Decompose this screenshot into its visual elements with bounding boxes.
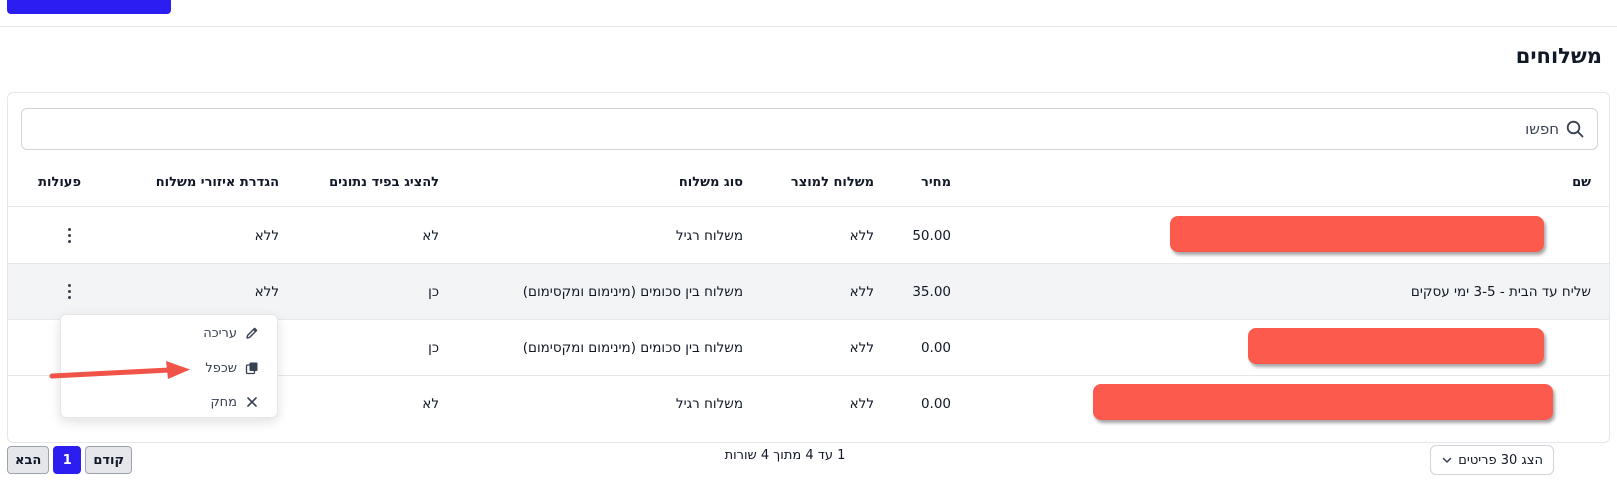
row-region-settings: ללא xyxy=(254,283,279,300)
row-shipping-type: משלוח רגיל xyxy=(675,227,743,244)
search-icon xyxy=(1566,120,1584,138)
row-show-in-feed: לא xyxy=(422,396,439,412)
redacted-name xyxy=(1248,328,1544,364)
row-product-shipping: ללא xyxy=(849,227,874,244)
search-box[interactable] xyxy=(21,108,1598,150)
menu-item-edit-label: עריכה xyxy=(203,325,237,341)
header-show-in-feed[interactable]: להציג בפיד נתונים xyxy=(329,159,439,206)
header-divider xyxy=(0,26,1617,27)
row-price: 0.00 xyxy=(920,339,951,356)
header-shipping-type[interactable]: סוג משלוח xyxy=(679,159,743,206)
row-shipping-type: משלוח בין סכומים (מינימום ומקסימום) xyxy=(522,283,743,300)
row-count-summary: 1 עד 4 מתוך 4 שורות xyxy=(724,448,846,463)
top-action-button[interactable] xyxy=(7,0,171,14)
row-price: 0.00 xyxy=(920,396,951,412)
current-page-button[interactable]: 1 xyxy=(53,446,82,474)
header-price[interactable]: מחיר xyxy=(921,159,951,206)
row-show-in-feed: כן xyxy=(428,283,439,300)
annotation-arrow-icon xyxy=(49,361,190,379)
row-name[interactable]: שליח עד הבית - 3-5 ימי עסקים xyxy=(1411,264,1591,319)
row-product-shipping: ללא xyxy=(849,283,874,300)
next-page-button[interactable]: הבא xyxy=(7,446,50,474)
row-price: 50.00 xyxy=(912,227,951,244)
close-icon xyxy=(247,397,257,407)
search-input[interactable] xyxy=(1159,120,1559,138)
row-shipping-type: משלוח בין סכומים (מינימום ומקסימום) xyxy=(522,339,743,356)
table-row: שליח עד הבית - 3-5 ימי עסקים 35.00 ללא מ… xyxy=(8,264,1609,320)
header-actions: פעולות xyxy=(38,175,81,190)
chevron-down-icon xyxy=(1442,457,1452,463)
header-product-shipping[interactable]: משלוח למוצר xyxy=(791,159,874,206)
redacted-name xyxy=(1093,384,1553,420)
pencil-icon xyxy=(246,327,258,339)
redacted-name xyxy=(1170,216,1544,252)
menu-item-edit[interactable]: עריכה xyxy=(203,321,259,345)
page-size-select[interactable]: הצג 30 פריטים xyxy=(1430,445,1554,475)
page-title: משלוחים xyxy=(1515,44,1602,68)
header-region-settings[interactable]: הגדרת איזורי משלוח xyxy=(156,159,279,206)
copy-icon xyxy=(245,362,258,375)
menu-item-delete-label: מחק xyxy=(210,394,237,410)
row-show-in-feed: כן xyxy=(428,339,439,356)
menu-item-duplicate-label: שכפל xyxy=(205,360,237,376)
table-header: שם מחיר משלוח למוצר סוג משלוח להציג בפיד… xyxy=(8,159,1609,207)
row-actions-menu-icon[interactable] xyxy=(61,222,77,248)
pagination: הבא 1 קודם xyxy=(7,446,133,474)
row-shipping-type: משלוח רגיל xyxy=(675,396,743,412)
menu-item-delete[interactable]: מחק xyxy=(210,390,259,414)
row-price: 35.00 xyxy=(912,283,951,300)
prev-page-button[interactable]: קודם xyxy=(85,446,133,474)
row-show-in-feed: לא xyxy=(422,227,439,244)
menu-item-duplicate[interactable]: שכפל xyxy=(205,356,259,380)
row-product-shipping: ללא xyxy=(849,339,874,356)
row-product-shipping: ללא xyxy=(849,396,874,412)
row-actions-menu-icon[interactable] xyxy=(61,278,77,304)
page-size-label: הצג 30 פריטים xyxy=(1458,452,1543,468)
header-name[interactable]: שם xyxy=(1572,159,1591,206)
table-row: 50.00 ללא משלוח רגיל לא ללא xyxy=(8,208,1609,264)
row-region-settings: ללא xyxy=(254,227,279,244)
